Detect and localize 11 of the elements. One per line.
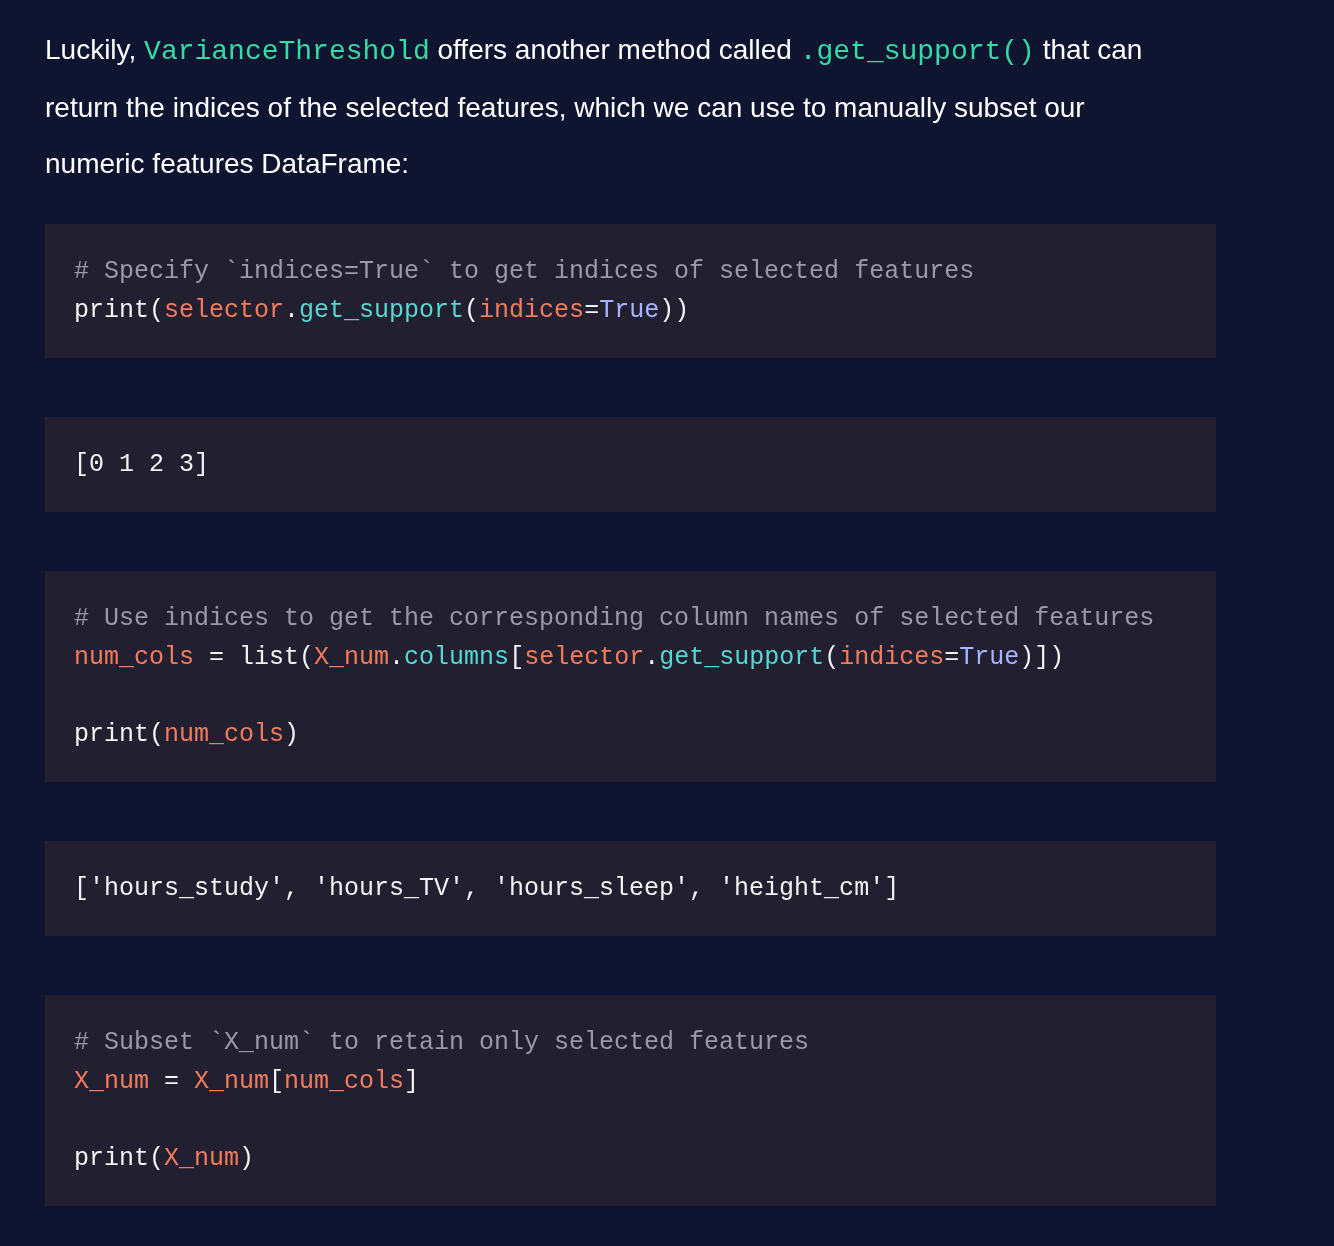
code-line: # Subset `X_num` to retain only selected features bbox=[74, 1027, 811, 1059]
code-line: X_num = X_num[num_cols] bbox=[74, 1066, 421, 1098]
code-line: print(X_num) bbox=[74, 1143, 256, 1175]
paragraph: Luckily, VarianceThreshold offers another method called .get_support() that can return the indices of the selected features, which we can use to manually subset our numeric features DataFrame: bbox=[45, 33, 1144, 181]
code-line: num_cols = list(X_num.columns[selector.get_support(indices=True)]) bbox=[74, 642, 1066, 674]
code-line: # Use indices to get the corresponding column names of selected features bbox=[74, 603, 1156, 635]
code-line: [0 1 2 3] bbox=[74, 449, 211, 481]
code-line: ['hours_study', 'hours_TV', 'hours_sleep', 'height_cm'] bbox=[74, 873, 901, 905]
code-line: print(selector.get_support(indices=True)) bbox=[74, 295, 691, 327]
code-line: print(num_cols) bbox=[74, 719, 301, 751]
code-line: # Specify `indices=True` to get indices of selected features bbox=[74, 256, 976, 288]
